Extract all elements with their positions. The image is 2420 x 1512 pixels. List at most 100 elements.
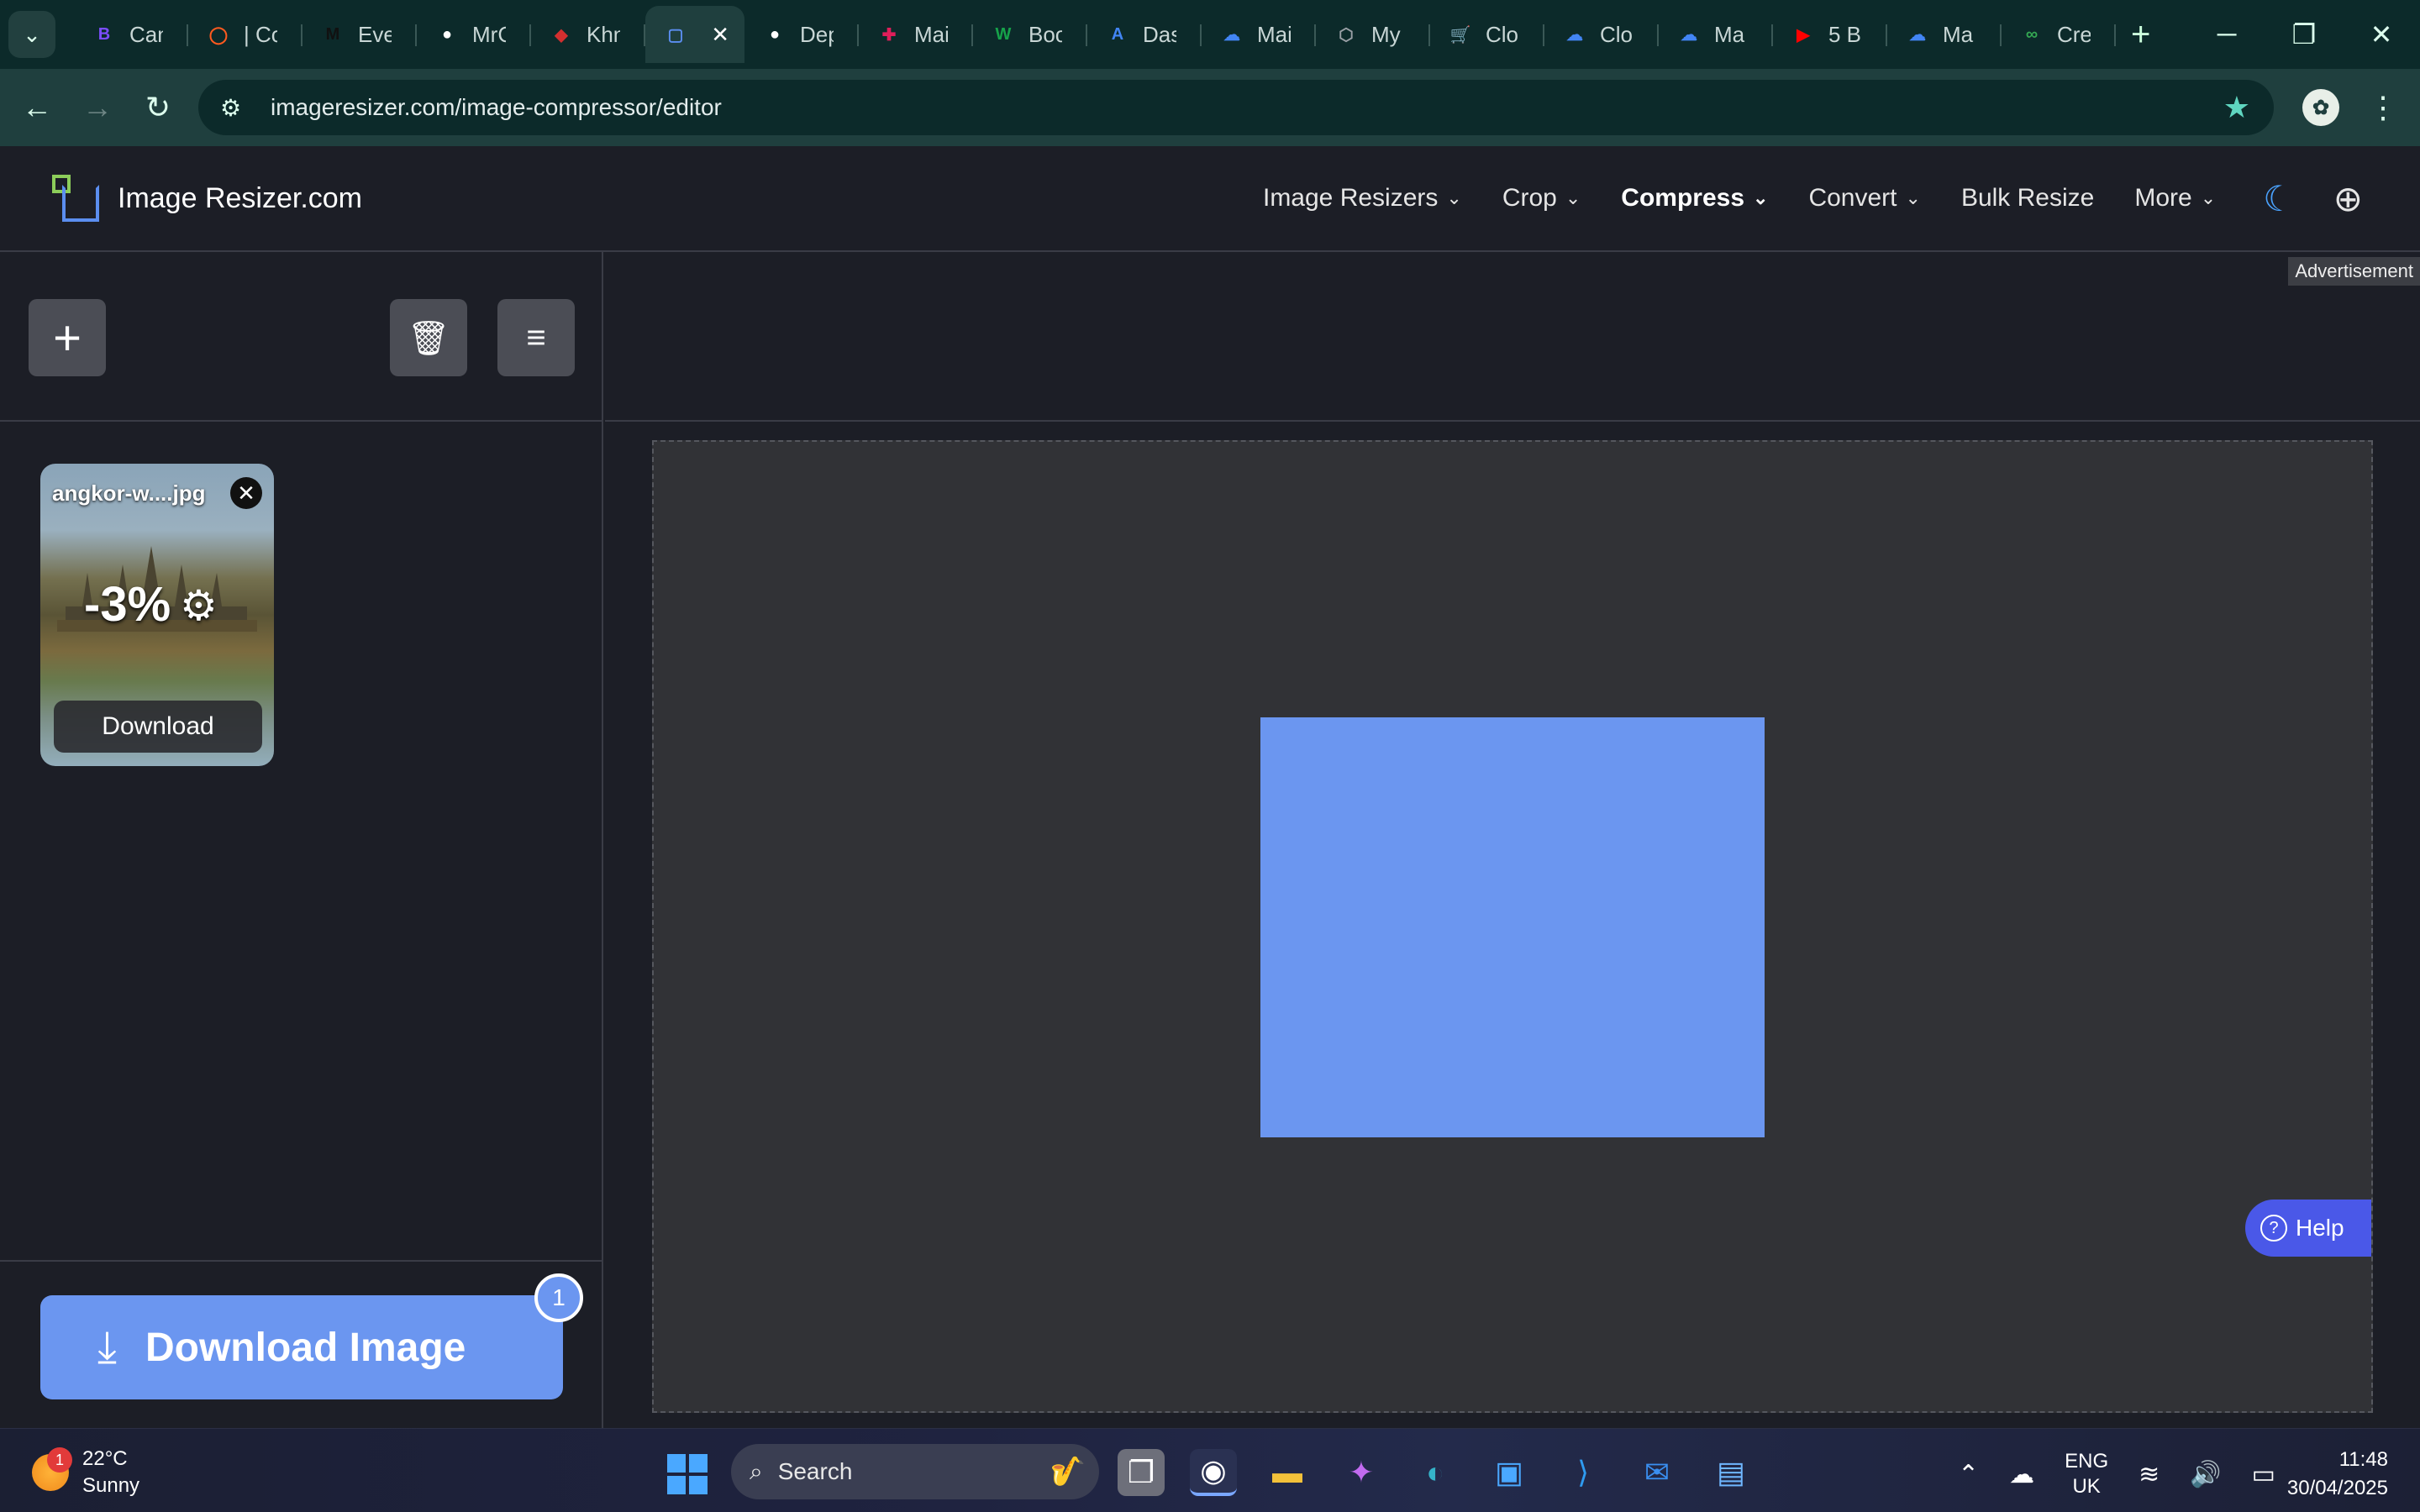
ring-icon: ◯ xyxy=(208,25,229,45)
tab-list: BCan◯| CoMEve●MrC◆Khn▢✕●Dep✚MaiWBooADas☁… xyxy=(74,0,2116,69)
browser-toolbar: ← → ↻ ⚙ imageresizer.com/image-compresso… xyxy=(0,69,2420,146)
translate-icon: A xyxy=(1111,24,1124,44)
copilot-icon[interactable]: ✦ xyxy=(1338,1449,1385,1496)
search-label: Search xyxy=(777,1458,853,1484)
tab-title: Mai xyxy=(1257,21,1291,47)
remove-file-icon[interactable]: ✕ xyxy=(230,477,262,509)
browser-tab[interactable]: ◯ | Co xyxy=(188,6,302,63)
browser-tab[interactable]: ▶ 5 B xyxy=(1773,6,1887,63)
browser-tab[interactable]: ☁ Ma xyxy=(1887,6,2002,63)
taskbar-search[interactable]: ⌕ Search 🎷 xyxy=(731,1444,1099,1499)
cloud-icon: ☁ xyxy=(1681,25,1697,45)
restore-icon[interactable]: ❐ xyxy=(2265,18,2343,50)
b-letter-icon: B xyxy=(97,24,111,44)
nav-label: Image Resizers xyxy=(1262,184,1439,212)
profile-avatar[interactable]: ✿ xyxy=(2302,89,2339,126)
edge-icon[interactable]: ◐ xyxy=(1412,1449,1459,1496)
thumbnail-download-button[interactable]: Download xyxy=(54,701,262,753)
tab-title: Cre xyxy=(2057,21,2091,47)
search-icon: ⌕ xyxy=(750,1457,763,1484)
forward-icon[interactable]: → xyxy=(67,90,128,125)
nav-bulk-resize[interactable]: Bulk Resize xyxy=(1961,184,2094,213)
help-label: Help xyxy=(2296,1215,2344,1241)
cloud-icon: ☁ xyxy=(1909,25,1926,45)
delete-all-button[interactable]: 🗑 xyxy=(390,299,467,376)
notification-badge: 1 xyxy=(47,1447,72,1473)
close-tab-icon[interactable]: ✕ xyxy=(711,22,729,48)
lang-primary: ENG xyxy=(2065,1450,2109,1473)
task-view-icon[interactable]: ❐ xyxy=(1118,1449,1165,1496)
download-image-button[interactable]: ⤓ Download Image xyxy=(40,1295,563,1399)
new-tab-button[interactable]: + xyxy=(2131,16,2150,54)
start-button[interactable] xyxy=(667,1454,708,1494)
advertisement-label: Advertisement xyxy=(2288,257,2420,286)
browser-tab[interactable]: 🛒 Clo xyxy=(1430,6,1544,63)
chevron-up-icon[interactable]: ⌃ xyxy=(1958,1460,1979,1489)
dark-mode-moon-icon[interactable]: ☾ xyxy=(2263,178,2295,219)
chevron-down-icon: ⌄ xyxy=(2200,187,2217,208)
browser-tab[interactable]: ▢ ✕ xyxy=(645,6,744,63)
site-logo[interactable]: Image Resizer.com xyxy=(52,175,362,222)
browser-tab[interactable]: ⬡ My xyxy=(1316,6,1430,63)
image-preview xyxy=(1260,717,1765,1137)
browser-tab[interactable]: ☁ Mai xyxy=(1202,6,1316,63)
language-indicator[interactable]: ENG UK xyxy=(2065,1449,2108,1499)
image-thumbnail-card[interactable]: angkor-w....jpg ✕ -3% ⚙ Download xyxy=(40,464,274,766)
chevron-down-icon: ⌄ xyxy=(1905,187,1921,208)
browser-tab[interactable]: ◆ Khn xyxy=(531,6,645,63)
file-name: angkor-w....jpg xyxy=(52,480,206,506)
nav-convert[interactable]: Convert ⌄ xyxy=(1808,184,1920,213)
store-icon[interactable]: ▣ xyxy=(1486,1449,1533,1496)
outlook-icon[interactable]: ✉ xyxy=(1634,1449,1681,1496)
nav-label: Crop xyxy=(1502,184,1557,212)
file-explorer-icon[interactable]: ▬ xyxy=(1264,1449,1311,1496)
flag-icon: ◆ xyxy=(555,25,568,45)
close-window-icon[interactable]: ✕ xyxy=(2343,18,2420,50)
browser-tab[interactable]: B Can xyxy=(74,6,188,63)
browser-tab[interactable]: ● Dep xyxy=(744,6,859,63)
language-globe-icon[interactable]: ⊕ xyxy=(2333,178,2363,219)
notepad-icon[interactable]: ▤ xyxy=(1707,1449,1754,1496)
browser-tab[interactable]: ∞ Cre xyxy=(2002,6,2116,63)
volume-icon[interactable]: 🔊 xyxy=(2190,1460,2221,1489)
vscode-icon[interactable]: ⟩ xyxy=(1560,1449,1607,1496)
back-icon[interactable]: ← xyxy=(7,90,67,125)
tab-search-button[interactable]: ⌄ xyxy=(8,11,55,58)
reload-icon[interactable]: ↻ xyxy=(128,90,188,125)
nav-compress[interactable]: Compress ⌄ xyxy=(1621,184,1768,213)
browser-tab[interactable]: ✚ Mai xyxy=(859,6,973,63)
help-button[interactable]: ? Help xyxy=(2245,1200,2371,1257)
onedrive-icon[interactable]: ☁ xyxy=(2009,1460,2034,1489)
url-text[interactable]: imageresizer.com/image-compressor/editor xyxy=(271,94,722,121)
tab-title: My xyxy=(1371,21,1401,47)
browser-tab[interactable]: ☁ Clo xyxy=(1544,6,1659,63)
clock[interactable]: 11:48 30/04/2025 xyxy=(2279,1446,2388,1503)
minimize-icon[interactable]: ─ xyxy=(2188,18,2265,50)
add-image-button[interactable]: + xyxy=(29,299,106,376)
browser-tab[interactable]: ● MrC xyxy=(417,6,531,63)
chrome-icon[interactable]: ◉ xyxy=(1190,1449,1237,1496)
address-bar[interactable]: ⚙ imageresizer.com/image-compressor/edit… xyxy=(198,80,2274,135)
chevron-down-icon: ⌄ xyxy=(23,21,41,47)
sun-icon: 1 xyxy=(32,1447,72,1491)
nav-crop[interactable]: Crop ⌄ xyxy=(1502,184,1581,213)
time: 11:48 xyxy=(2338,1448,2388,1471)
battery-icon[interactable]: ▭ xyxy=(2252,1460,2275,1489)
nav-image-resizers[interactable]: Image Resizers ⌄ xyxy=(1263,184,1462,213)
sort-filter-button[interactable]: ≡ xyxy=(497,299,575,376)
slack-icon: ✚ xyxy=(881,25,897,45)
browser-tab[interactable]: W Boo xyxy=(973,6,1087,63)
settings-gear-icon[interactable]: ⚙ xyxy=(180,581,218,630)
browser-tab[interactable]: A Das xyxy=(1087,6,1202,63)
tab-title: Can xyxy=(129,21,163,47)
browser-menu-icon[interactable]: ⋮ xyxy=(2368,90,2398,125)
editor-canvas[interactable]: ? Help xyxy=(652,440,2373,1413)
browser-tab[interactable]: M Eve xyxy=(302,6,417,63)
nav-label: Bulk Resize xyxy=(1960,184,2095,212)
browser-tab[interactable]: ☁ Ma xyxy=(1659,6,1773,63)
site-info-icon[interactable]: ⚙ xyxy=(220,94,254,122)
wifi-icon[interactable]: ≋ xyxy=(2139,1460,2160,1489)
bookmark-star-icon[interactable]: ★ xyxy=(2223,90,2250,125)
nav-more[interactable]: More ⌄ xyxy=(2134,184,2216,213)
weather-widget[interactable]: 1 22°C Sunny xyxy=(32,1446,139,1499)
